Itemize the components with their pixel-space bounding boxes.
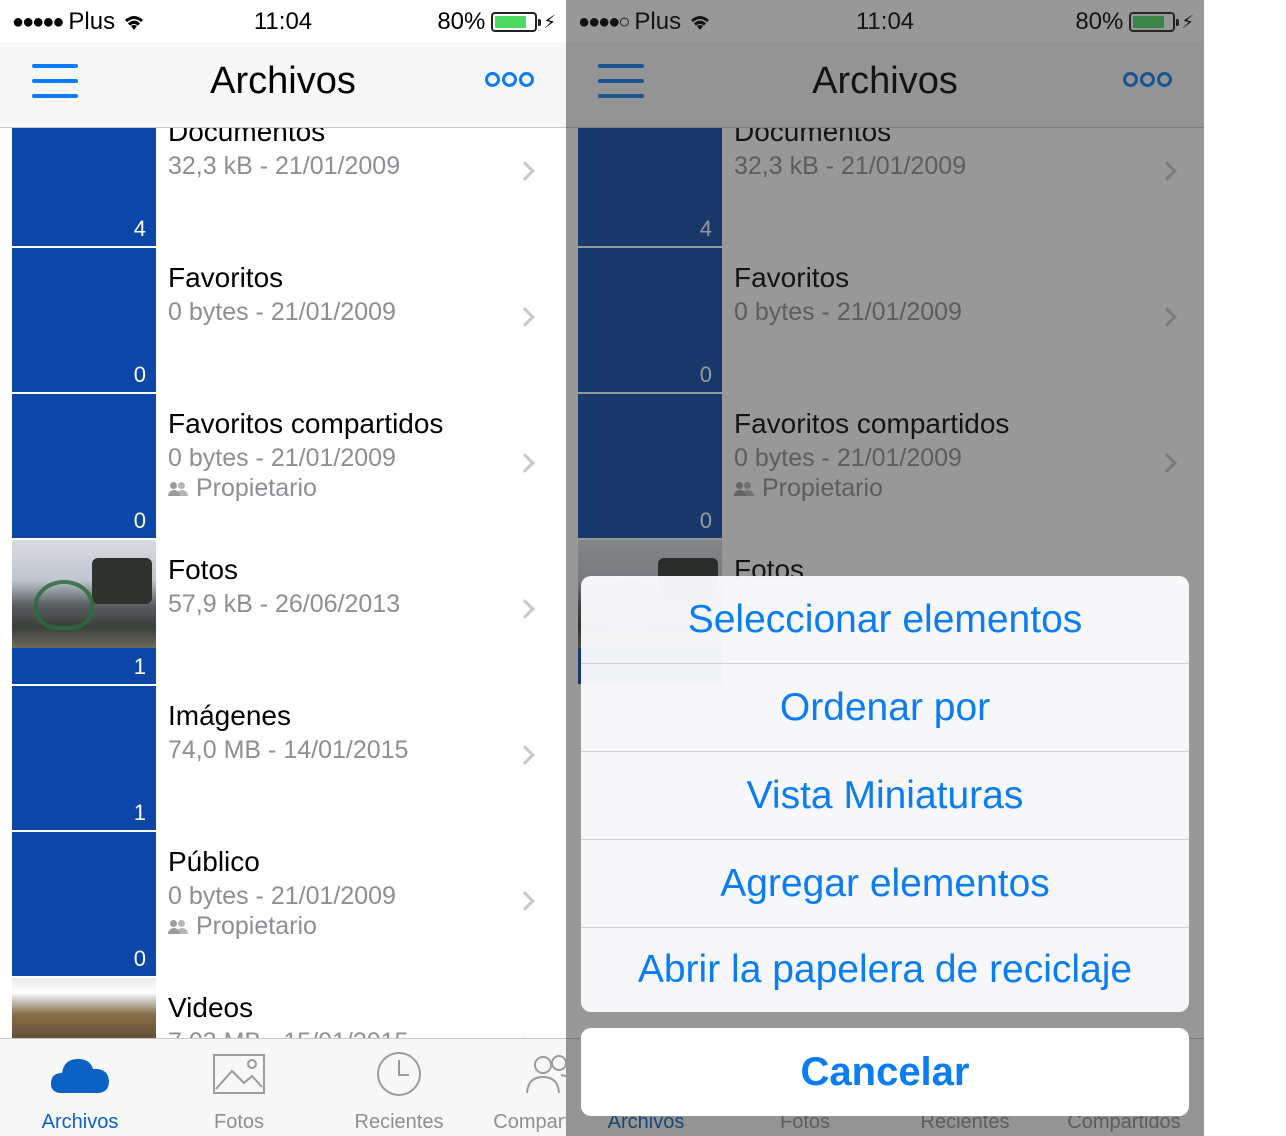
list-item[interactable]: 1 Imágenes 74,0 MB - 14/01/2015: [0, 686, 566, 832]
select-items-button[interactable]: Seleccionar elementos: [581, 576, 1189, 664]
file-list[interactable]: 4 Documentos 32,3 kB - 21/01/2009 0 Favo…: [0, 128, 566, 1038]
people-icon: [526, 1055, 566, 1094]
tab-recientes[interactable]: Recientes: [319, 1049, 479, 1134]
battery-percent: 80%: [437, 8, 486, 35]
item-count: 1: [133, 800, 146, 825]
video-thumbnail: [12, 978, 156, 1038]
folder-thumbnail: 0: [12, 832, 156, 976]
cancel-button[interactable]: Cancelar: [581, 1028, 1189, 1116]
chevron-right-icon: [515, 307, 535, 327]
folder-thumbnail: 0: [12, 394, 156, 538]
folder-thumbnail: 1: [12, 686, 156, 830]
cloud-icon: [50, 1059, 109, 1093]
item-count: 4: [133, 216, 146, 241]
item-meta: 32,3 kB - 21/01/2009: [168, 152, 401, 180]
list-item[interactable]: 4 Documentos 32,3 kB - 21/01/2009: [0, 128, 566, 248]
list-item[interactable]: 0 Favoritos 0 bytes - 21/01/2009: [0, 248, 566, 394]
open-recycle-bin-button[interactable]: Abrir la papelera de reciclaje: [581, 928, 1189, 1012]
item-title: Imágenes: [168, 700, 291, 731]
chevron-right-icon: [515, 453, 535, 473]
chevron-right-icon: [515, 745, 535, 765]
item-count: 0: [133, 946, 146, 971]
tab-compartidos[interactable]: Compartidos: [470, 1049, 566, 1134]
charging-icon: ⚡: [543, 11, 556, 32]
item-title: Favoritos: [168, 262, 284, 293]
left-screen: ●●●●● Plus 11:04 80% ⚡ Archivos 4 Docume…: [0, 0, 566, 1136]
chevron-right-icon: [515, 891, 535, 911]
chevron-right-icon: [515, 161, 535, 181]
add-items-button[interactable]: Agregar elementos: [581, 840, 1189, 928]
background-margin: [1204, 0, 1286, 1136]
item-owner: Propietario: [196, 912, 317, 940]
folder-thumbnail: 4: [12, 128, 156, 246]
shared-people-icon: [168, 919, 188, 934]
item-meta: 7,03 MB - 15/01/2015: [168, 1028, 408, 1038]
item-owner: Propietario: [196, 474, 317, 502]
battery-icon: [491, 12, 542, 32]
list-item[interactable]: 1 Fotos 57,9 kB - 26/06/2013: [0, 540, 566, 686]
right-screen: ●●●●○ Plus 11:04 80% ⚡ Archivos 4 Docume…: [566, 0, 1204, 1136]
item-count: 1: [133, 654, 146, 679]
item-title: Documentos: [168, 128, 326, 147]
page-title: Archivos: [210, 60, 356, 102]
list-item[interactable]: 0 Público 0 bytes - 21/01/2009 Propietar…: [0, 832, 566, 978]
item-title: Fotos: [168, 554, 239, 585]
clock-icon: [377, 1052, 421, 1096]
item-title: Videos: [168, 992, 254, 1023]
item-meta: 74,0 MB - 14/01/2015: [168, 736, 409, 764]
item-meta: 57,9 kB - 26/06/2013: [168, 590, 401, 618]
status-bar: ●●●●● Plus 11:04 80% ⚡: [0, 0, 566, 42]
action-sheet: Seleccionar elementos Ordenar por Vista …: [581, 576, 1189, 1116]
navigation-bar: Archivos: [0, 42, 566, 128]
tab-bar: Archivos Fotos Recientes Compartidos: [0, 1038, 566, 1136]
photo-thumbnail: 1: [12, 540, 156, 684]
item-count: 0: [133, 362, 146, 387]
chevron-right-icon: [515, 599, 535, 619]
list-item[interactable]: Videos 7,03 MB - 15/01/2015: [0, 978, 566, 1038]
thumbnail-view-button[interactable]: Vista Miniaturas: [581, 752, 1189, 840]
item-title: Público: [168, 846, 260, 877]
item-meta: 0 bytes - 21/01/2009: [168, 882, 396, 910]
more-options-icon[interactable]: [485, 72, 534, 87]
item-count: 0: [133, 508, 146, 533]
item-meta: 0 bytes - 21/01/2009: [168, 298, 396, 326]
item-title: Favoritos compartidos: [168, 408, 444, 439]
item-meta: 0 bytes - 21/01/2009: [168, 444, 396, 472]
sort-by-button[interactable]: Ordenar por: [581, 664, 1189, 752]
tab-fotos[interactable]: Fotos: [159, 1049, 319, 1134]
shared-people-icon: [168, 481, 188, 496]
folder-thumbnail: 0: [12, 248, 156, 392]
list-item[interactable]: 0 Favoritos compartidos 0 bytes - 21/01/…: [0, 394, 566, 540]
photo-icon: [213, 1054, 265, 1094]
action-sheet-options: Seleccionar elementos Ordenar por Vista …: [581, 576, 1189, 1012]
tab-archivos[interactable]: Archivos: [0, 1049, 160, 1134]
